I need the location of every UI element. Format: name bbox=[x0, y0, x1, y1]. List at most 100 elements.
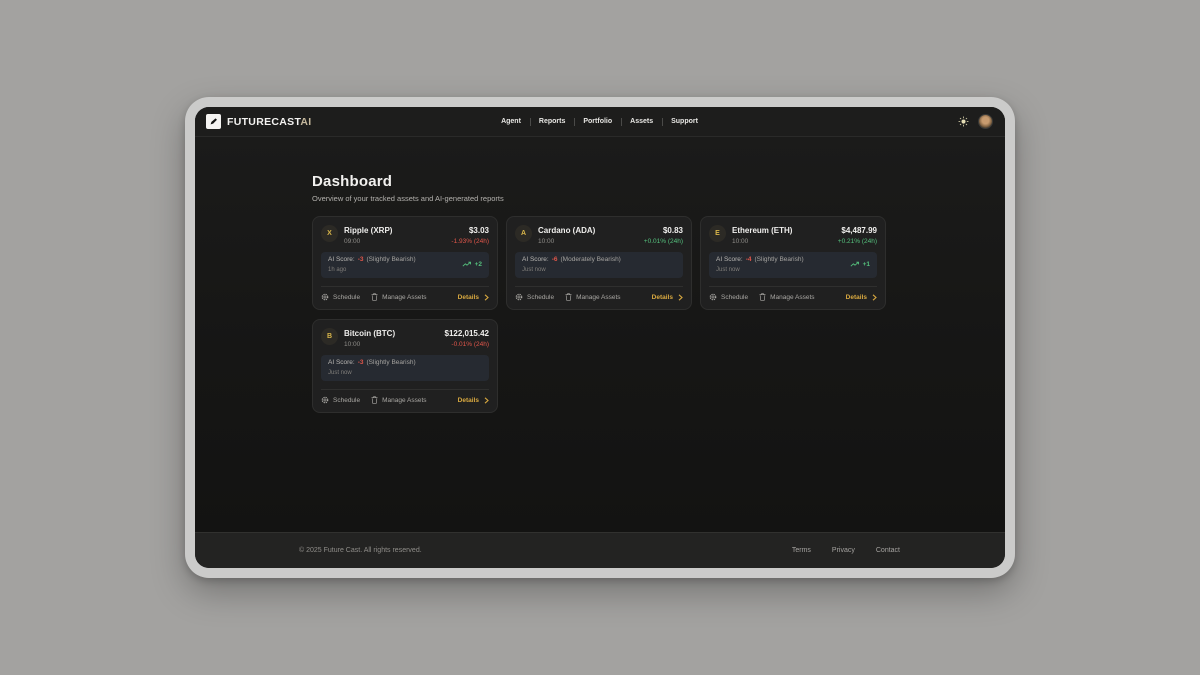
ai-score-box: AI Score: -6 (Moderately Bearish) Just n… bbox=[515, 252, 683, 278]
chevron-right-icon bbox=[484, 397, 489, 404]
schedule-button[interactable]: Schedule bbox=[321, 396, 360, 404]
asset-time: 10:00 bbox=[538, 238, 638, 245]
score-delta: +2 bbox=[475, 261, 482, 268]
ai-score-value: -3 bbox=[358, 360, 364, 367]
schedule-button[interactable]: Schedule bbox=[321, 293, 360, 301]
card-header: A Cardano (ADA) 10:00 $0.83 +0.01% (24h) bbox=[515, 225, 683, 245]
trash-icon bbox=[565, 293, 572, 301]
price-change: +0.21% (24h) bbox=[838, 238, 877, 245]
asset-name: Cardano (ADA) bbox=[538, 226, 638, 235]
score-delta: +1 bbox=[863, 261, 870, 268]
chevron-right-icon bbox=[484, 294, 489, 301]
card-header: B Bitcoin (BTC) 10:00 $122,015.42 -0.01%… bbox=[321, 328, 489, 348]
brand-name: FUTURECASTAI bbox=[227, 116, 312, 128]
asset-price: $0.83 bbox=[644, 226, 683, 235]
footer-link-privacy[interactable]: Privacy bbox=[832, 547, 855, 554]
ai-score-box: AI Score: -3 (Slightly Bearish) Just now bbox=[321, 355, 489, 381]
score-updated: 1h ago bbox=[328, 267, 416, 273]
manage-assets-button[interactable]: Manage Assets bbox=[371, 293, 426, 301]
theme-toggle-sun-icon[interactable] bbox=[958, 116, 969, 127]
nav-item-agent[interactable]: Agent bbox=[492, 118, 530, 125]
nav-item-portfolio[interactable]: Portfolio bbox=[574, 118, 621, 125]
gear-icon bbox=[321, 396, 329, 404]
asset-price: $3.03 bbox=[451, 226, 489, 235]
ai-score-label: AI Score: bbox=[522, 257, 549, 264]
asset-initial-badge: X bbox=[321, 225, 338, 242]
chevron-right-icon bbox=[678, 294, 683, 301]
trending-up-icon bbox=[850, 261, 860, 268]
brand-logo-icon bbox=[206, 114, 221, 129]
price-change: -1.93% (24h) bbox=[451, 238, 489, 245]
price-change: +0.01% (24h) bbox=[644, 238, 683, 245]
asset-time: 10:00 bbox=[344, 341, 439, 348]
ai-score-label: AI Score: bbox=[328, 360, 355, 367]
trash-icon bbox=[371, 396, 378, 404]
footer-link-terms[interactable]: Terms bbox=[792, 547, 811, 554]
ai-score-box: AI Score: -3 (Slightly Bearish) 1h ago bbox=[321, 252, 489, 278]
manage-assets-button[interactable]: Manage Assets bbox=[759, 293, 814, 301]
brand: FUTURECASTAI bbox=[206, 114, 492, 129]
details-link[interactable]: Details bbox=[846, 294, 877, 301]
asset-name: Ripple (XRP) bbox=[344, 226, 445, 235]
gear-icon bbox=[321, 293, 329, 301]
main-nav: Agent Reports Portfolio Assets Support bbox=[492, 118, 707, 125]
asset-initial-badge: E bbox=[709, 225, 726, 242]
manage-assets-button[interactable]: Manage Assets bbox=[565, 293, 620, 301]
main-content: Dashboard Overview of your tracked asset… bbox=[195, 137, 1005, 532]
page-subtitle: Overview of your tracked assets and AI-g… bbox=[312, 194, 887, 203]
asset-card-ripple: X Ripple (XRP) 09:00 $3.03 -1.93% (24h) bbox=[312, 216, 498, 310]
nav-item-support[interactable]: Support bbox=[662, 118, 707, 125]
top-right-controls bbox=[958, 114, 993, 129]
ai-score-label: AI Score: bbox=[716, 257, 743, 264]
score-trend: +2 bbox=[462, 261, 482, 268]
ai-score-label: AI Score: bbox=[328, 257, 355, 264]
ai-score-value: -4 bbox=[746, 257, 752, 264]
card-header: E Ethereum (ETH) 10:00 $4,487.99 +0.21% … bbox=[709, 225, 877, 245]
ai-score-sentiment: (Slightly Bearish) bbox=[755, 257, 804, 264]
card-header: X Ripple (XRP) 09:00 $3.03 -1.93% (24h) bbox=[321, 225, 489, 245]
chevron-right-icon bbox=[872, 294, 877, 301]
trash-icon bbox=[371, 293, 378, 301]
asset-card-bitcoin: B Bitcoin (BTC) 10:00 $122,015.42 -0.01%… bbox=[312, 319, 498, 413]
schedule-button[interactable]: Schedule bbox=[515, 293, 554, 301]
copyright-text: © 2025 Future Cast. All rights reserved. bbox=[299, 547, 422, 554]
top-navigation-bar: FUTURECASTAI Agent Reports Portfolio Ass… bbox=[195, 107, 1005, 137]
ai-score-value: -6 bbox=[552, 257, 558, 264]
gear-icon bbox=[515, 293, 523, 301]
nav-item-reports[interactable]: Reports bbox=[530, 118, 574, 125]
asset-time: 10:00 bbox=[732, 238, 832, 245]
ai-score-box: AI Score: -4 (Slightly Bearish) Just now bbox=[709, 252, 877, 278]
details-link[interactable]: Details bbox=[652, 294, 683, 301]
trash-icon bbox=[759, 293, 766, 301]
card-actions: Schedule Manage Assets Details bbox=[709, 286, 877, 301]
ai-score-sentiment: (Slightly Bearish) bbox=[367, 360, 416, 367]
nav-item-assets[interactable]: Assets bbox=[621, 118, 662, 125]
manage-assets-button[interactable]: Manage Assets bbox=[371, 396, 426, 404]
score-updated: Just now bbox=[716, 267, 804, 273]
asset-initial-badge: B bbox=[321, 328, 338, 345]
footer-links: Terms Privacy Contact bbox=[792, 547, 900, 554]
card-actions: Schedule Manage Assets Details bbox=[515, 286, 683, 301]
score-updated: Just now bbox=[328, 370, 416, 376]
footer-bar: © 2025 Future Cast. All rights reserved.… bbox=[195, 532, 1005, 568]
screen: FUTURECASTAI Agent Reports Portfolio Ass… bbox=[195, 107, 1005, 568]
score-trend: +1 bbox=[850, 261, 870, 268]
asset-name: Ethereum (ETH) bbox=[732, 226, 832, 235]
page-title: Dashboard bbox=[312, 173, 887, 190]
ai-score-value: -3 bbox=[358, 257, 364, 264]
details-link[interactable]: Details bbox=[458, 294, 489, 301]
card-actions: Schedule Manage Assets Details bbox=[321, 286, 489, 301]
footer-link-contact[interactable]: Contact bbox=[876, 547, 900, 554]
app-window: FUTURECASTAI Agent Reports Portfolio Ass… bbox=[185, 97, 1015, 578]
card-actions: Schedule Manage Assets Details bbox=[321, 389, 489, 404]
asset-name: Bitcoin (BTC) bbox=[344, 329, 439, 338]
asset-initial-badge: A bbox=[515, 225, 532, 242]
asset-time: 09:00 bbox=[344, 238, 445, 245]
ai-score-sentiment: (Moderately Bearish) bbox=[561, 257, 621, 264]
user-avatar[interactable] bbox=[978, 114, 993, 129]
score-updated: Just now bbox=[522, 267, 621, 273]
schedule-button[interactable]: Schedule bbox=[709, 293, 748, 301]
details-link[interactable]: Details bbox=[458, 397, 489, 404]
asset-card-grid: X Ripple (XRP) 09:00 $3.03 -1.93% (24h) bbox=[312, 216, 887, 413]
asset-price: $122,015.42 bbox=[445, 329, 490, 338]
